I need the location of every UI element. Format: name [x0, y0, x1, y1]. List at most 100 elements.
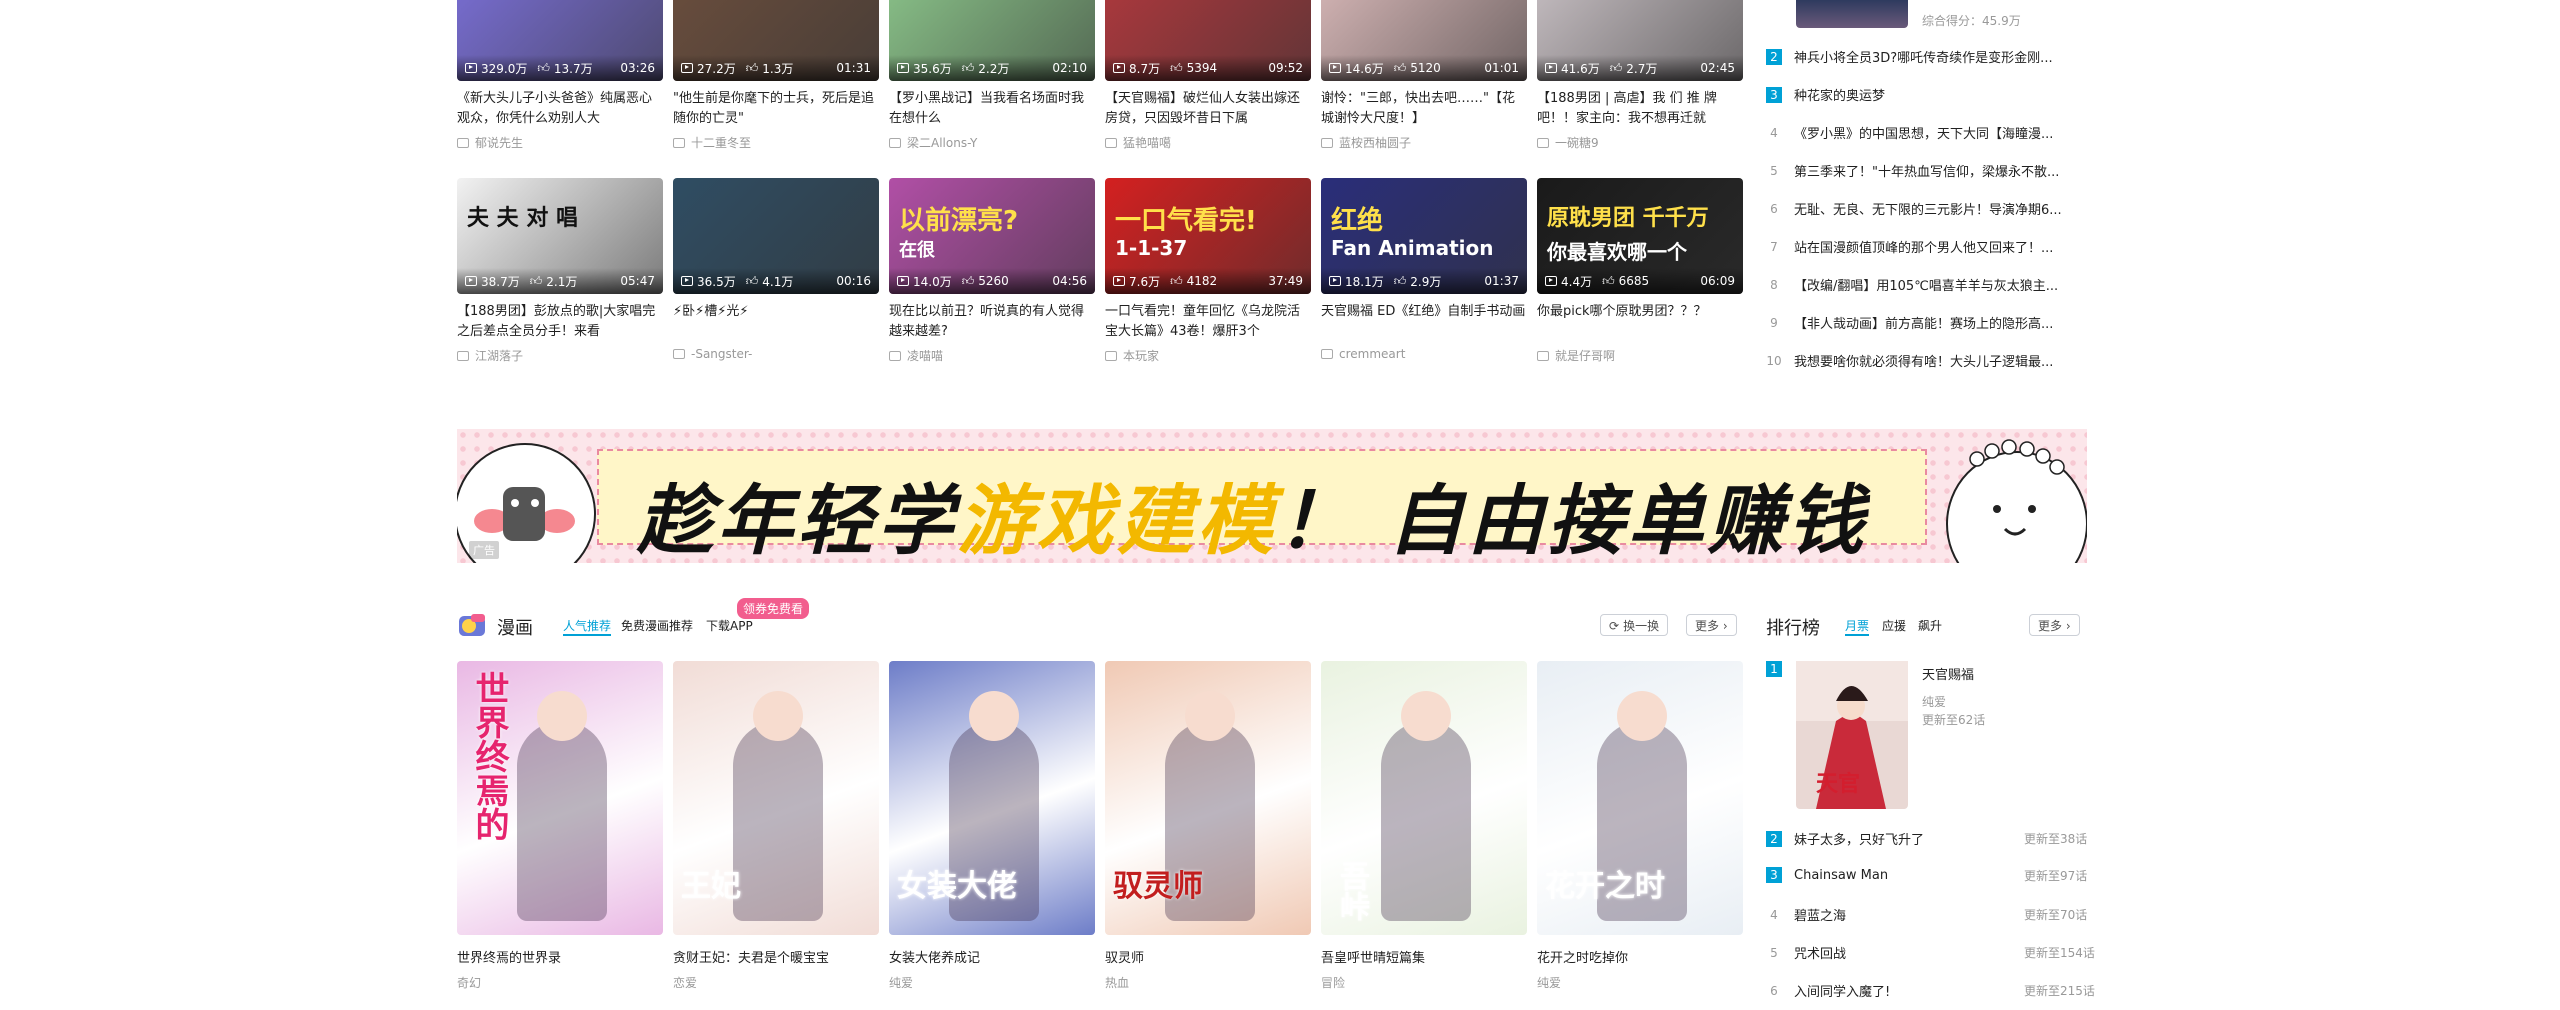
thumbs-up-icon: 👍︎: [961, 61, 975, 75]
uploader-icon: [673, 349, 685, 359]
video-title[interactable]: 谢怜："三郎，快出去吧……"【花城谢怜大尺度！】: [1321, 89, 1527, 129]
comic-rank-more-button[interactable]: 更多 ›: [2029, 614, 2080, 636]
video-card[interactable]: 8.7万 👍︎ 5394 09:52 【天官赐福】破烂仙人女装出嫁还房贷，只因毁坏昔日下…: [1105, 0, 1311, 151]
rank-list-item[interactable]: 10 我想要啥你就必须得有啥！大头儿子逻辑最...: [1766, 351, 2104, 371]
video-thumbnail[interactable]: 夫 夫 对 唱 38.7万 👍︎ 2.1万 05:47: [457, 178, 663, 294]
comic-cover[interactable]: 世界终焉的: [457, 661, 663, 935]
video-uploader[interactable]: 本玩家: [1105, 347, 1311, 364]
promo-badge[interactable]: 领券免费看: [737, 598, 810, 619]
rank-list-item[interactable]: 9 【非人哉动画】前方高能！赛场上的隐形高...: [1766, 313, 2104, 333]
rank-list-item[interactable]: 7 站在国漫颜值顶峰的那个男人他又回来了！...: [1766, 237, 2104, 257]
video-uploader[interactable]: 十二重冬至: [673, 134, 879, 151]
video-thumbnail[interactable]: 36.5万 👍︎ 4.1万 00:16: [673, 178, 879, 294]
comics-more-button[interactable]: 更多 ›: [1686, 614, 1737, 636]
comic-cover[interactable]: 吾峠: [1321, 661, 1527, 935]
video-title[interactable]: 【罗小黑战记】当我看名场面时我在想什么: [889, 89, 1095, 129]
video-thumbnail[interactable]: 一口气看完! 1-1-37 7.6万 👍︎ 4182 37:49: [1105, 178, 1311, 294]
tab-monthly-ticket[interactable]: 月票: [1845, 617, 1869, 634]
video-thumbnail[interactable]: 41.6万 👍︎ 2.7万 02:45: [1537, 0, 1743, 81]
comic-rank-item[interactable]: 4 碧蓝之海 更新至70话: [1766, 905, 2087, 925]
tab-download-app[interactable]: 下载APP: [706, 617, 753, 634]
ad-banner[interactable]: 广告 趁年轻学游戏建模！ 自由接单赚钱: [457, 429, 2087, 563]
video-thumbnail[interactable]: 329.0万 👍︎ 13.7万 03:26: [457, 0, 663, 81]
rank-list-item[interactable]: 2 神兵小将全员3D?哪吒传奇续作是变形金刚...: [1766, 47, 2104, 66]
video-uploader[interactable]: 一碗糖9: [1537, 134, 1743, 151]
rank-list-item[interactable]: 5 第三季来了！"十年热血写信仰，梁爆永不散...: [1766, 161, 2104, 181]
comic-card[interactable]: 花开之时 花开之时吃掉你 纯爱: [1537, 661, 1743, 991]
comic-rank-item[interactable]: 2 妹子太多，只好飞升了 更新至38话: [1766, 829, 2087, 848]
tab-popular[interactable]: 人气推荐: [563, 617, 611, 634]
video-title[interactable]: 天官赐福 ED《红绝》自制手书动画: [1321, 302, 1527, 342]
video-card[interactable]: 原耽男团 千千万 你最喜欢哪一个 4.4万 👍︎ 6685 06:09 你最pick哪个原耽…: [1537, 178, 1743, 364]
video-card[interactable]: 35.6万 👍︎ 2.2万 02:10 【罗小黑战记】当我看名场面时我在想什么梁二All…: [889, 0, 1095, 151]
video-title[interactable]: ⚡卧⚡槽⚡光⚡: [673, 302, 879, 342]
comic-cover[interactable]: 王妃: [673, 661, 879, 935]
comic-title[interactable]: 驭灵师: [1105, 947, 1311, 966]
like-count: 2.7万: [1626, 61, 1658, 76]
comic-title[interactable]: 女装大佬养成记: [889, 947, 1095, 966]
video-thumbnail[interactable]: 14.6万 👍︎ 5120 01:01: [1321, 0, 1527, 81]
comic-rank-item[interactable]: 6 入间同学入魔了! 更新至215话: [1766, 981, 2095, 1001]
video-thumbnail[interactable]: 红绝 Fan Animation 18.1万 👍︎ 2.9万 01:37: [1321, 178, 1527, 294]
rank-list-item[interactable]: 6 无耻、无良、无下限的三元影片！导演净期6...: [1766, 199, 2104, 219]
comic-title[interactable]: 贪财王妃：夫君是个暖宝宝: [673, 947, 879, 966]
tab-free-comics[interactable]: 免费漫画推荐: [621, 617, 693, 634]
rank-top-thumbnail[interactable]: [1796, 0, 1908, 28]
video-card[interactable]: 红绝 Fan Animation 18.1万 👍︎ 2.9万 01:37 天官赐福 ED《红…: [1321, 178, 1527, 361]
video-card[interactable]: 27.2万 👍︎ 1.3万 01:31 "他生前是你麾下的士兵，死后是追随你的亡灵" 十二…: [673, 0, 879, 151]
tab-support[interactable]: 应援: [1882, 617, 1906, 634]
comic-cover[interactable]: 花开之时: [1537, 661, 1743, 935]
video-uploader[interactable]: 猛艳喵噶: [1105, 134, 1311, 151]
video-thumbnail[interactable]: 8.7万 👍︎ 5394 09:52: [1105, 0, 1311, 81]
video-uploader[interactable]: 蓝桉西柚圆子: [1321, 134, 1527, 151]
video-card[interactable]: 41.6万 👍︎ 2.7万 02:45 【188男团 | 高虐】我 们 推 牌 吧！！家…: [1537, 0, 1743, 151]
video-uploader[interactable]: -Sangster-: [673, 347, 879, 361]
video-card[interactable]: 一口气看完! 1-1-37 7.6万 👍︎ 4182 37:49 一口气看完！童年回忆《乌龙…: [1105, 178, 1311, 364]
video-uploader[interactable]: 凌喵喵: [889, 347, 1095, 364]
video-card[interactable]: 以前漂亮? 在很 14.0万 👍︎ 5260 04:56 现在比以前丑？听说真的有人觉得越来…: [889, 178, 1095, 364]
video-uploader[interactable]: 江湖落子: [457, 347, 663, 364]
comic-rank-item[interactable]: 5 咒术回战 更新至154话: [1766, 943, 2095, 963]
video-title[interactable]: 《新大头儿子小头爸爸》纯属恶心观众，你凭什么劝别人大: [457, 89, 663, 129]
comic-card[interactable]: 世界终焉的 世界终焉的世界录 奇幻: [457, 661, 663, 991]
comic-rank-item[interactable]: 3 Chainsaw Man 更新至97话: [1766, 867, 2087, 883]
video-card[interactable]: 夫 夫 对 唱 38.7万 👍︎ 2.1万 05:47 【188男团】彭放点的歌|大家唱完…: [457, 178, 663, 364]
comic-title[interactable]: 世界终焉的世界录: [457, 947, 663, 966]
video-card[interactable]: 329.0万 👍︎ 13.7万 03:26 《新大头儿子小头爸爸》纯属恶心观众，你凭什么…: [457, 0, 663, 151]
comic-card[interactable]: 驭灵师 驭灵师 热血: [1105, 661, 1311, 991]
video-title[interactable]: 【188男团 | 高虐】我 们 推 牌 吧！！家主向：我不想再迁就: [1537, 89, 1743, 129]
comic-cover[interactable]: 驭灵师: [1105, 661, 1311, 935]
comic-rank-top-title[interactable]: 天官赐福: [1922, 664, 1974, 683]
video-title[interactable]: 一口气看完！童年回忆《乌龙院活宝大长篇》43卷！爆肝3个: [1105, 302, 1311, 342]
rank-list-item[interactable]: 8 【改编/翻唱】用105℃唱喜羊羊与灰太狼主...: [1766, 275, 2104, 295]
comic-cover[interactable]: 女装大佬: [889, 661, 1095, 935]
tab-rising[interactable]: 飙升: [1918, 617, 1942, 634]
comic-card[interactable]: 吾峠 吾皇呼世晴短篇集 冒险: [1321, 661, 1527, 991]
video-stats: 35.6万 👍︎ 2.2万 02:10: [897, 61, 1087, 76]
video-uploader[interactable]: cremmeart: [1321, 347, 1527, 361]
video-title[interactable]: 【188男团】彭放点的歌|大家唱完之后差点全员分手！来看: [457, 302, 663, 342]
refresh-button[interactable]: ⟳ 换一换: [1600, 614, 1669, 636]
video-thumbnail[interactable]: 原耽男团 千千万 你最喜欢哪一个 4.4万 👍︎ 6685 06:09: [1537, 178, 1743, 294]
comic-rank-top-cover[interactable]: 天官: [1796, 661, 1908, 809]
video-card[interactable]: 14.6万 👍︎ 5120 01:01 谢怜："三郎，快出去吧……"【花城谢怜大尺度！】…: [1321, 0, 1527, 151]
comic-card[interactable]: 王妃 贪财王妃：夫君是个暖宝宝 恋爱: [673, 661, 879, 991]
video-card[interactable]: 36.5万 👍︎ 4.1万 00:16 ⚡卧⚡槽⚡光⚡ -Sangster-: [673, 178, 879, 361]
comic-title[interactable]: 花开之时吃掉你: [1537, 947, 1743, 966]
rank-list-item[interactable]: 3 种花家的奥运梦: [1766, 85, 2104, 104]
comic-card[interactable]: 女装大佬 女装大佬养成记 纯爱: [889, 661, 1095, 991]
video-title[interactable]: 你最pick哪个原耽男团？？？: [1537, 302, 1743, 342]
video-uploader[interactable]: 就是仔哥啊: [1537, 347, 1743, 364]
video-uploader[interactable]: 梁二Allons-Y: [889, 134, 1095, 151]
video-title[interactable]: 【天官赐福】破烂仙人女装出嫁还房贷，只因毁坏昔日下属: [1105, 89, 1311, 129]
video-title[interactable]: 现在比以前丑？听说真的有人觉得越来越差?: [889, 302, 1095, 342]
video-title[interactable]: "他生前是你麾下的士兵，死后是追随你的亡灵": [673, 89, 879, 129]
comic-title[interactable]: 吾皇呼世晴短篇集: [1321, 947, 1527, 966]
video-thumbnail[interactable]: 35.6万 👍︎ 2.2万 02:10: [889, 0, 1095, 81]
rank-list-item[interactable]: 4 《罗小黑》的中国思想，天下大同【海瞳漫...: [1766, 123, 2104, 143]
video-uploader[interactable]: 郁说先生: [457, 134, 663, 151]
video-thumbnail[interactable]: 27.2万 👍︎ 1.3万 01:31: [673, 0, 879, 81]
uploader-name: 蓝桉西柚圆子: [1339, 136, 1412, 150]
video-thumbnail[interactable]: 以前漂亮? 在很 14.0万 👍︎ 5260 04:56: [889, 178, 1095, 294]
comic-rank-title: 碧蓝之海: [1794, 909, 1847, 924]
